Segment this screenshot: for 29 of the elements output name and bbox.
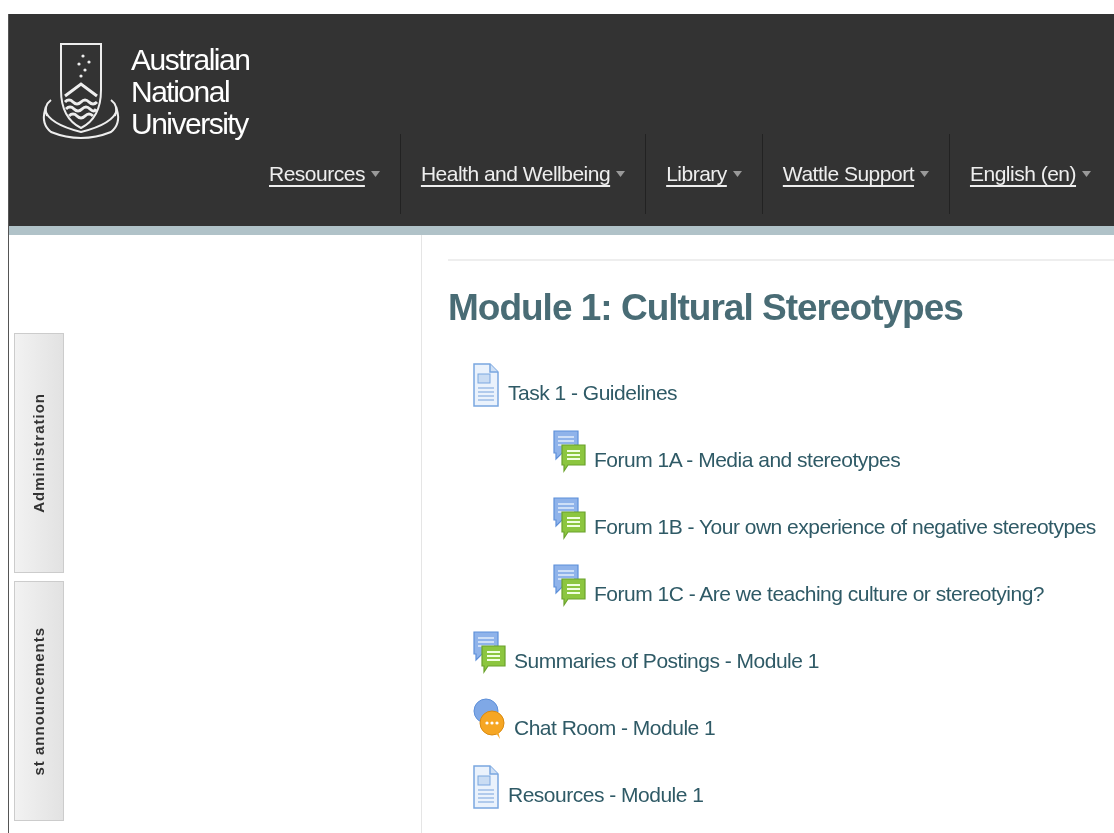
activity-link[interactable]: Forum 1A - Media and stereotypes <box>594 447 901 476</box>
speech-bubbles-icon <box>552 496 586 543</box>
caret-icon <box>732 171 742 177</box>
speech-bubbles-icon <box>472 630 506 677</box>
speech-bubbles-icon <box>552 429 586 476</box>
activity-link[interactable]: Resources - Module 1 <box>508 782 704 811</box>
caret-icon <box>1082 171 1092 177</box>
caret-icon <box>919 171 929 177</box>
nav-menu-link[interactable]: Wattle Support <box>782 158 929 190</box>
nav-menu-link[interactable]: English (en) <box>969 158 1092 190</box>
section-title: Module 1: Cultural Stereotypes <box>448 286 964 330</box>
nav-menu-link[interactable]: Resources <box>269 158 380 190</box>
activity-link[interactable]: Forum 1B - Your own experience of negative stereotypes <box>594 514 1096 543</box>
caret-icon <box>370 171 380 177</box>
nav-menu-link[interactable]: Library <box>666 158 742 190</box>
activity-link[interactable]: Summaries of Postings - Module 1 <box>514 648 819 677</box>
caret-icon <box>616 171 626 177</box>
activity-link[interactable]: Chat Room - Module 1 <box>514 715 716 744</box>
document-icon <box>472 362 500 409</box>
activity-link[interactable]: Task 1 - Guidelines <box>508 380 678 409</box>
side-tab[interactable]: st announcements <box>14 581 64 821</box>
university-name: University <box>131 108 250 140</box>
activity-link[interactable]: Forum 1C - Are we teaching culture or stereotying? <box>594 581 1045 610</box>
speech-bubbles-icon <box>552 563 586 610</box>
university-name: Australian <box>131 44 250 76</box>
document-icon <box>472 764 500 811</box>
nav-menu-link[interactable]: Health and Wellbeing <box>420 158 626 190</box>
university-name: National <box>131 76 231 108</box>
side-tab[interactable]: Administration <box>14 333 64 573</box>
